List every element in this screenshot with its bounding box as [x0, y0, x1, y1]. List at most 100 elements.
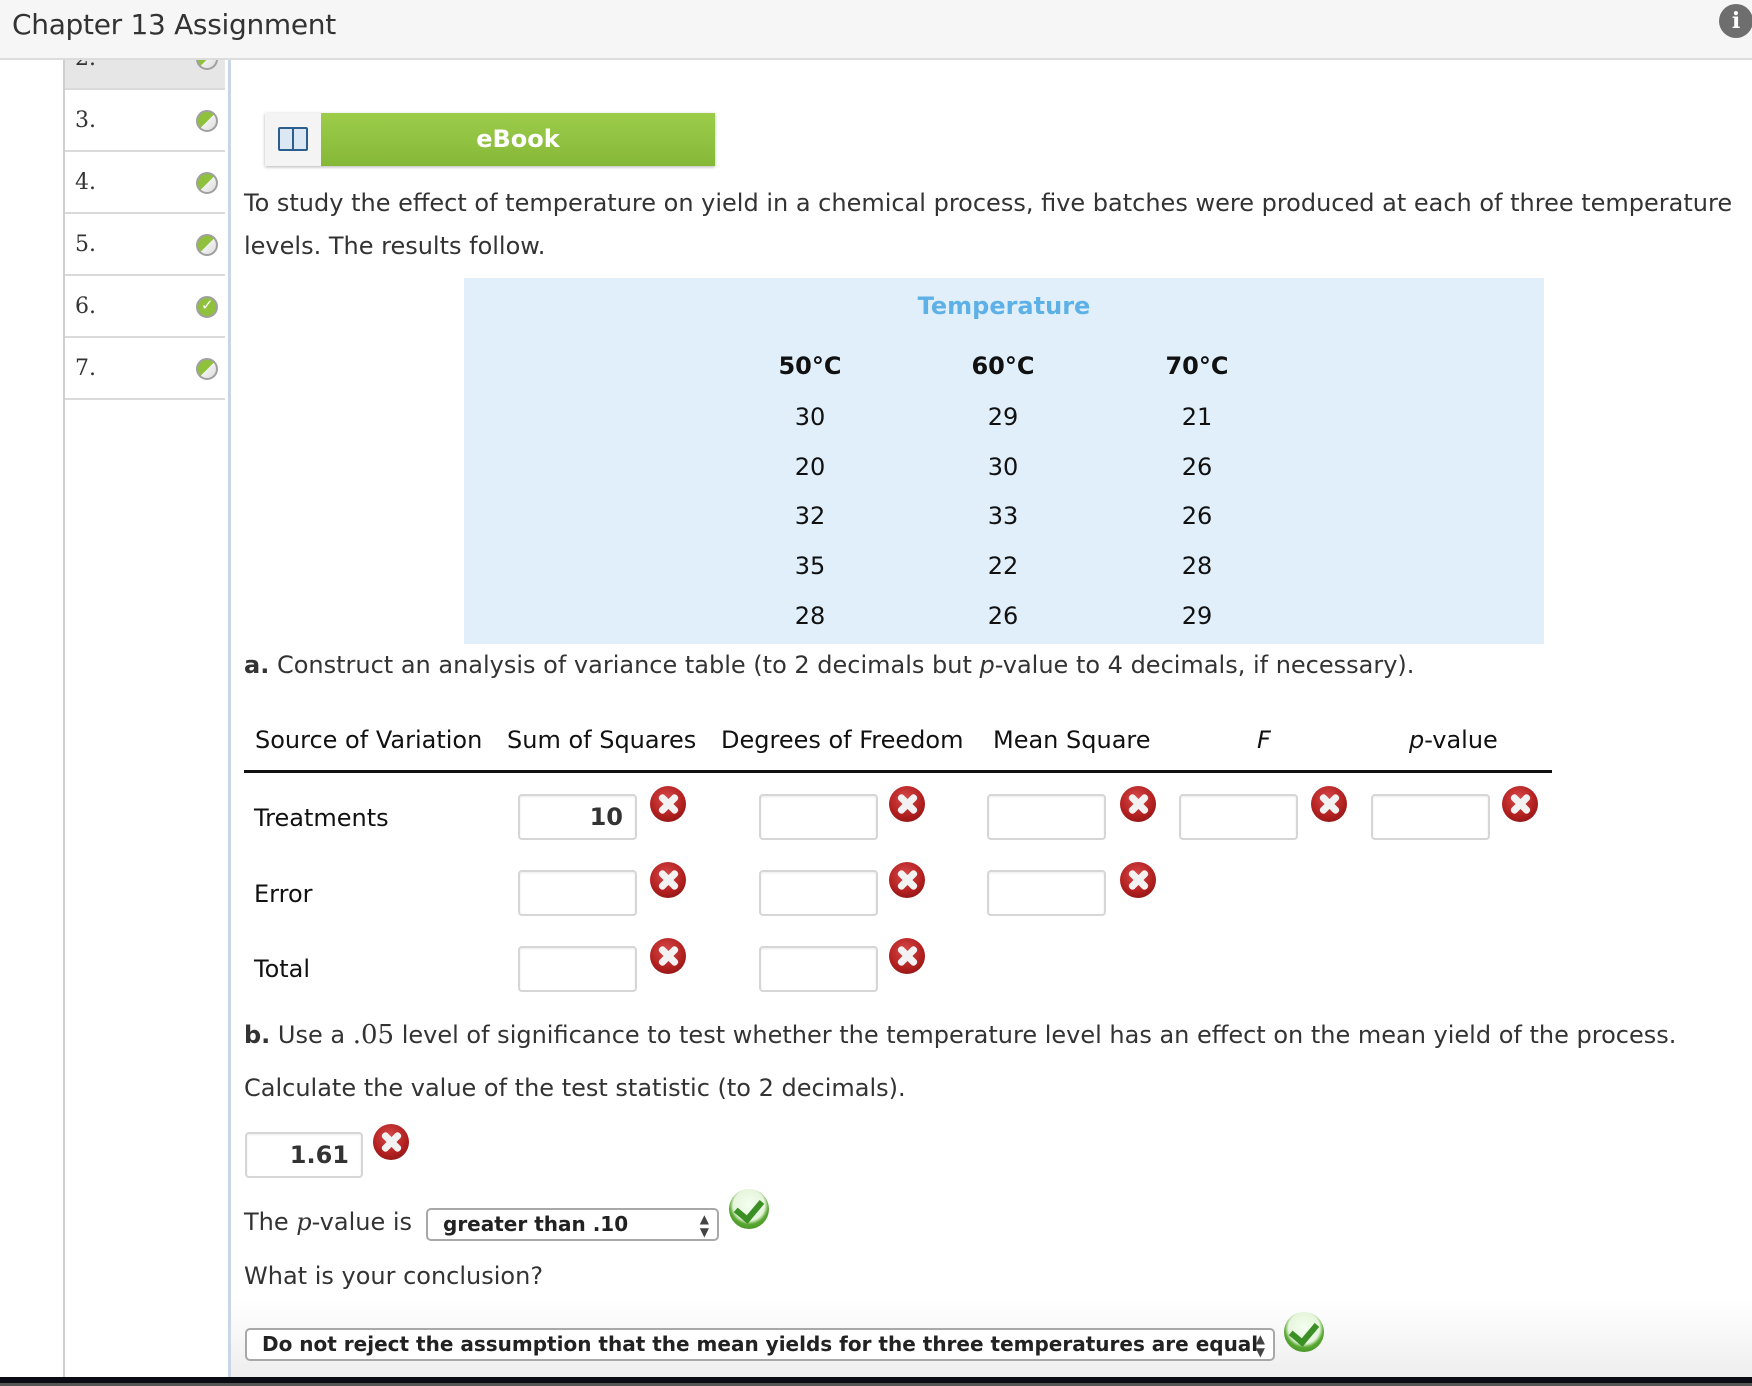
complete-check-icon	[196, 296, 218, 318]
header-mean-square: Mean Square	[993, 726, 1151, 754]
p-value-select[interactable]: greater than .10 ▲ ▼	[426, 1208, 719, 1241]
incorrect-icon	[1311, 786, 1347, 822]
incorrect-icon	[1502, 786, 1538, 822]
sidebar-item-3[interactable]: 3.	[65, 90, 225, 152]
question-number: 6.	[75, 294, 96, 319]
info-icon[interactable]: i	[1719, 4, 1752, 38]
table-cell: 26	[1181, 453, 1213, 481]
table-cell: 26	[1181, 502, 1213, 530]
app-header-overlay: Chapter 13 Assignment i	[0, 0, 1752, 60]
part-b-text-end: level of significance to test whether th…	[394, 1021, 1677, 1049]
table-cell: 26	[987, 602, 1019, 630]
calc-prompt: Calculate the value of the test statisti…	[244, 1074, 906, 1102]
question-number: 5.	[75, 232, 96, 257]
partial-status-icon	[196, 110, 218, 132]
ebook-label: eBook	[321, 113, 715, 166]
total-ss-input[interactable]	[518, 946, 637, 992]
treatments-ss-input[interactable]: 10	[518, 794, 637, 840]
p-value-prompt: The p-value is	[244, 1208, 412, 1236]
header-degrees-of-freedom: Degrees of Freedom	[721, 726, 964, 754]
part-a-text-end: -value to 4 decimals, if necessary).	[994, 651, 1415, 679]
partial-status-icon	[196, 358, 218, 380]
alpha-value: .05	[352, 1020, 395, 1050]
column-header-60c: 60°C	[971, 352, 1035, 380]
incorrect-icon	[373, 1124, 409, 1160]
p-symbol: p	[979, 651, 995, 679]
table-cell: 30	[987, 453, 1019, 481]
select-arrows-icon: ▲ ▼	[699, 1212, 709, 1239]
sidebar-item-4[interactable]: 4.	[65, 152, 225, 214]
incorrect-icon	[1120, 862, 1156, 898]
sidebar-item-7[interactable]: 7.	[65, 338, 225, 400]
row-label-error: Error	[254, 880, 313, 908]
p-value-label: -value	[1424, 726, 1498, 754]
sidebar-item-6[interactable]: 6.	[65, 276, 225, 338]
treatments-p-value-input[interactable]	[1371, 794, 1490, 840]
p-symbol: p	[296, 1208, 312, 1236]
intro-line-2: levels. The results follow.	[244, 232, 546, 260]
row-label-total: Total	[254, 955, 311, 983]
table-cell: 33	[987, 502, 1019, 530]
window-bottom-edge	[0, 1377, 1752, 1386]
incorrect-icon	[889, 862, 925, 898]
select-arrows-icon: ▲ ▼	[1255, 1332, 1265, 1359]
p-value-suffix: -value is	[311, 1208, 413, 1236]
part-a-instruction: a. Construct an analysis of variance tab…	[244, 651, 1414, 679]
incorrect-icon	[889, 786, 925, 822]
header-f: F	[1257, 726, 1271, 754]
table-cell: 21	[1181, 403, 1213, 431]
ebook-button[interactable]: eBook	[265, 113, 715, 166]
part-b-instruction: b. Use a .05 level of significance to te…	[244, 1020, 1676, 1050]
treatments-df-input[interactable]	[759, 794, 878, 840]
header-divider	[244, 770, 1552, 773]
part-b-text: Use a	[270, 1021, 353, 1049]
temperature-data-table: Temperature 50°C 60°C 70°C 30 29 21 20 3…	[464, 278, 1544, 644]
part-a-label: a.	[244, 651, 270, 679]
table-cell: 29	[987, 403, 1019, 431]
error-ms-input[interactable]	[987, 870, 1106, 916]
table-cell: 35	[794, 552, 826, 580]
table-cell: 20	[794, 453, 826, 481]
column-header-70c: 70°C	[1165, 352, 1229, 380]
incorrect-icon	[650, 862, 686, 898]
p-symbol: p	[1409, 726, 1425, 754]
row-label-treatments: Treatments	[254, 804, 389, 832]
table-cell: 28	[794, 602, 826, 630]
treatments-f-input[interactable]	[1179, 794, 1298, 840]
p-value-prefix: The	[244, 1208, 297, 1236]
table-title: Temperature	[917, 292, 1091, 320]
partial-status-icon	[196, 234, 218, 256]
question-number: 4.	[75, 170, 96, 195]
conclusion-select[interactable]: Do not reject the assumption that the me…	[245, 1328, 1275, 1361]
incorrect-icon	[889, 938, 925, 974]
total-df-input[interactable]	[759, 946, 878, 992]
table-cell: 30	[794, 403, 826, 431]
conclusion-prompt: What is your conclusion?	[244, 1262, 544, 1290]
question-number: 3.	[75, 108, 96, 133]
conclusion-selected: Do not reject the assumption that the me…	[262, 1332, 1259, 1356]
part-b-label: b.	[244, 1021, 271, 1049]
table-cell: 22	[987, 552, 1019, 580]
test-statistic-input[interactable]: 1.61	[245, 1132, 363, 1178]
header-source-of-variation: Source of Variation	[255, 726, 483, 754]
incorrect-icon	[650, 786, 686, 822]
p-value-selected: greater than .10	[443, 1212, 629, 1236]
incorrect-icon	[650, 938, 686, 974]
question-number: 7.	[75, 356, 96, 381]
partial-status-icon	[196, 172, 218, 194]
header-p-value: p-value	[1409, 726, 1498, 754]
error-df-input[interactable]	[759, 870, 878, 916]
incorrect-icon	[1120, 786, 1156, 822]
table-cell: 32	[794, 502, 826, 530]
book-icon	[278, 127, 308, 151]
table-cell: 29	[1181, 602, 1213, 630]
ebook-icon-cell	[265, 113, 321, 166]
table-cell: 28	[1181, 552, 1213, 580]
column-header-50c: 50°C	[778, 352, 842, 380]
correct-check-icon	[1284, 1312, 1324, 1352]
error-ss-input[interactable]	[518, 870, 637, 916]
sidebar-item-5[interactable]: 5.	[65, 214, 225, 276]
correct-check-icon	[729, 1189, 769, 1229]
page-title-overlay: Chapter 13 Assignment	[12, 8, 336, 41]
treatments-ms-input[interactable]	[987, 794, 1106, 840]
